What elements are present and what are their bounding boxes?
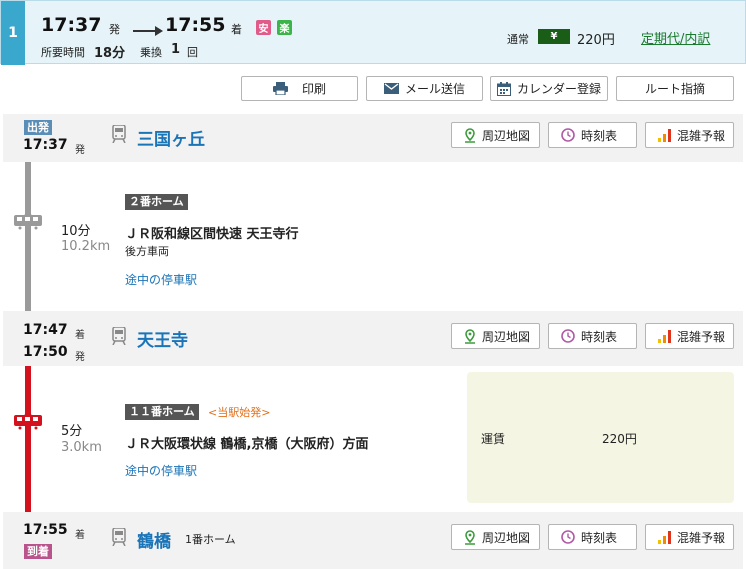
station-arrival-time: 17:47 [23,322,68,338]
fare-box-label: 運賃 [481,432,506,446]
intermediate-stops-link[interactable]: 途中の停車駅 [125,462,197,479]
station-departure-time: 17:37 [23,137,68,153]
arrow-right-icon [133,25,163,39]
clock-icon [561,128,575,142]
map-pin-icon [465,328,475,344]
segment-distance: 10.2km [61,239,111,254]
station-arrival-time-final: 17:55 [23,522,68,538]
map-button[interactable]: 周辺地図 [451,122,540,148]
train-icon [13,209,43,233]
line-name: ＪＲ大阪環状線 鶴橋,京橋（大阪府）方面 [125,437,369,452]
route-line-hanwa [25,162,31,311]
segment-duration: 10分 [61,224,91,239]
route-report-button[interactable]: ルート指摘 [616,76,734,101]
station-name-mikunigaoka[interactable]: 三国ヶ丘 [137,125,205,150]
duration-label: 所要時間 [41,46,85,59]
route-line-loop [25,366,31,512]
fare-value: 220円 [577,33,615,48]
timetable-button[interactable]: 時刻表 [548,323,637,349]
arrival-time: 17:55 [165,14,226,36]
congestion-label: 混雑予報 [677,329,726,344]
calendar-label: カレンダー登録 [516,82,601,96]
congestion-label: 混雑予報 [677,128,726,143]
train-icon [13,409,43,433]
transfer-value: 1 [171,42,181,57]
timetable-button[interactable]: 時刻表 [548,524,637,550]
station-departure-suffix: 発 [75,145,85,156]
congestion-button[interactable]: 混雑予報 [645,122,734,148]
map-button[interactable]: 周辺地図 [451,323,540,349]
fare-type-label: 通常 [507,33,529,46]
map-pin-icon [465,529,475,545]
departure-time: 17:37 [41,14,102,36]
commuter-pass-link[interactable]: 定期代/内訳 [641,28,710,47]
mail-button[interactable]: メール送信 [366,76,483,101]
station-arrival-suffix: 着 [75,330,85,341]
route-summary-header: 1 17:37 発 17:55 着 安 楽 所要時間 18分 乗換 1 回 通常… [0,0,746,65]
route-index: 1 [1,1,25,65]
mail-label: メール送信 [404,82,465,96]
map-button[interactable]: 周辺地図 [451,524,540,550]
origin-station-note: <当駅始発> [208,406,271,419]
bar-chart-icon [658,128,671,142]
timetable-button[interactable]: 時刻表 [548,122,637,148]
route-report-label: ルート指摘 [644,82,705,96]
station-name-tsuruhashi[interactable]: 鶴橋 [137,527,171,552]
fare-box-value: 220円 [602,432,637,446]
timetable-label: 時刻表 [581,329,618,344]
easy-badge: 楽 [277,20,292,35]
map-label: 周辺地図 [482,329,531,344]
bar-chart-icon [658,530,671,544]
station-icon [112,527,126,549]
print-button[interactable]: 印刷 [241,76,358,101]
mail-icon [383,83,399,94]
map-label: 周辺地図 [482,128,531,143]
station-arrival-suffix-final: 着 [75,530,85,541]
station-icon [112,124,126,146]
arrival-tag: 到着 [24,544,52,559]
arrival-suffix: 着 [231,23,242,36]
fare-box: 運賃 220円 [467,372,734,503]
yen-icon: ¥ [538,29,570,44]
map-pin-icon [465,127,475,143]
timetable-label: 時刻表 [581,530,618,545]
calendar-button[interactable]: カレンダー登録 [490,76,608,101]
transfer-unit: 回 [187,46,198,59]
line-name: ＪＲ阪和線区間快速 天王寺行 [125,227,299,242]
clock-icon [561,530,575,544]
segment-duration: 5分 [61,424,83,439]
print-label: 印刷 [301,82,326,96]
departure-tag: 出発 [24,120,52,135]
printer-icon [272,82,288,95]
congestion-label: 混雑予報 [677,530,726,545]
clock-icon [561,329,575,343]
intermediate-stops-link[interactable]: 途中の停車駅 [125,271,197,288]
congestion-button[interactable]: 混雑予報 [645,323,734,349]
bar-chart-icon [658,329,671,343]
platform-badge: １１番ホーム [125,404,199,420]
duration-value: 18分 [94,46,126,61]
platform-badge: ２番ホーム [125,194,188,210]
calendar-icon [496,81,511,96]
departure-suffix: 発 [109,23,120,36]
safe-badge: 安 [256,20,271,35]
timetable-label: 時刻表 [581,128,618,143]
station-departure-suffix-2: 発 [75,352,85,363]
map-label: 周辺地図 [482,530,531,545]
station-departure-time-2: 17:50 [23,344,68,360]
arrival-platform: 1番ホーム [185,533,236,546]
congestion-button[interactable]: 混雑予報 [645,524,734,550]
car-position: 後方車両 [125,245,169,258]
station-name-tennoji[interactable]: 天王寺 [137,326,188,351]
segment-distance: 3.0km [61,440,102,455]
station-icon [112,326,126,348]
transfer-label: 乗換 [140,46,162,59]
